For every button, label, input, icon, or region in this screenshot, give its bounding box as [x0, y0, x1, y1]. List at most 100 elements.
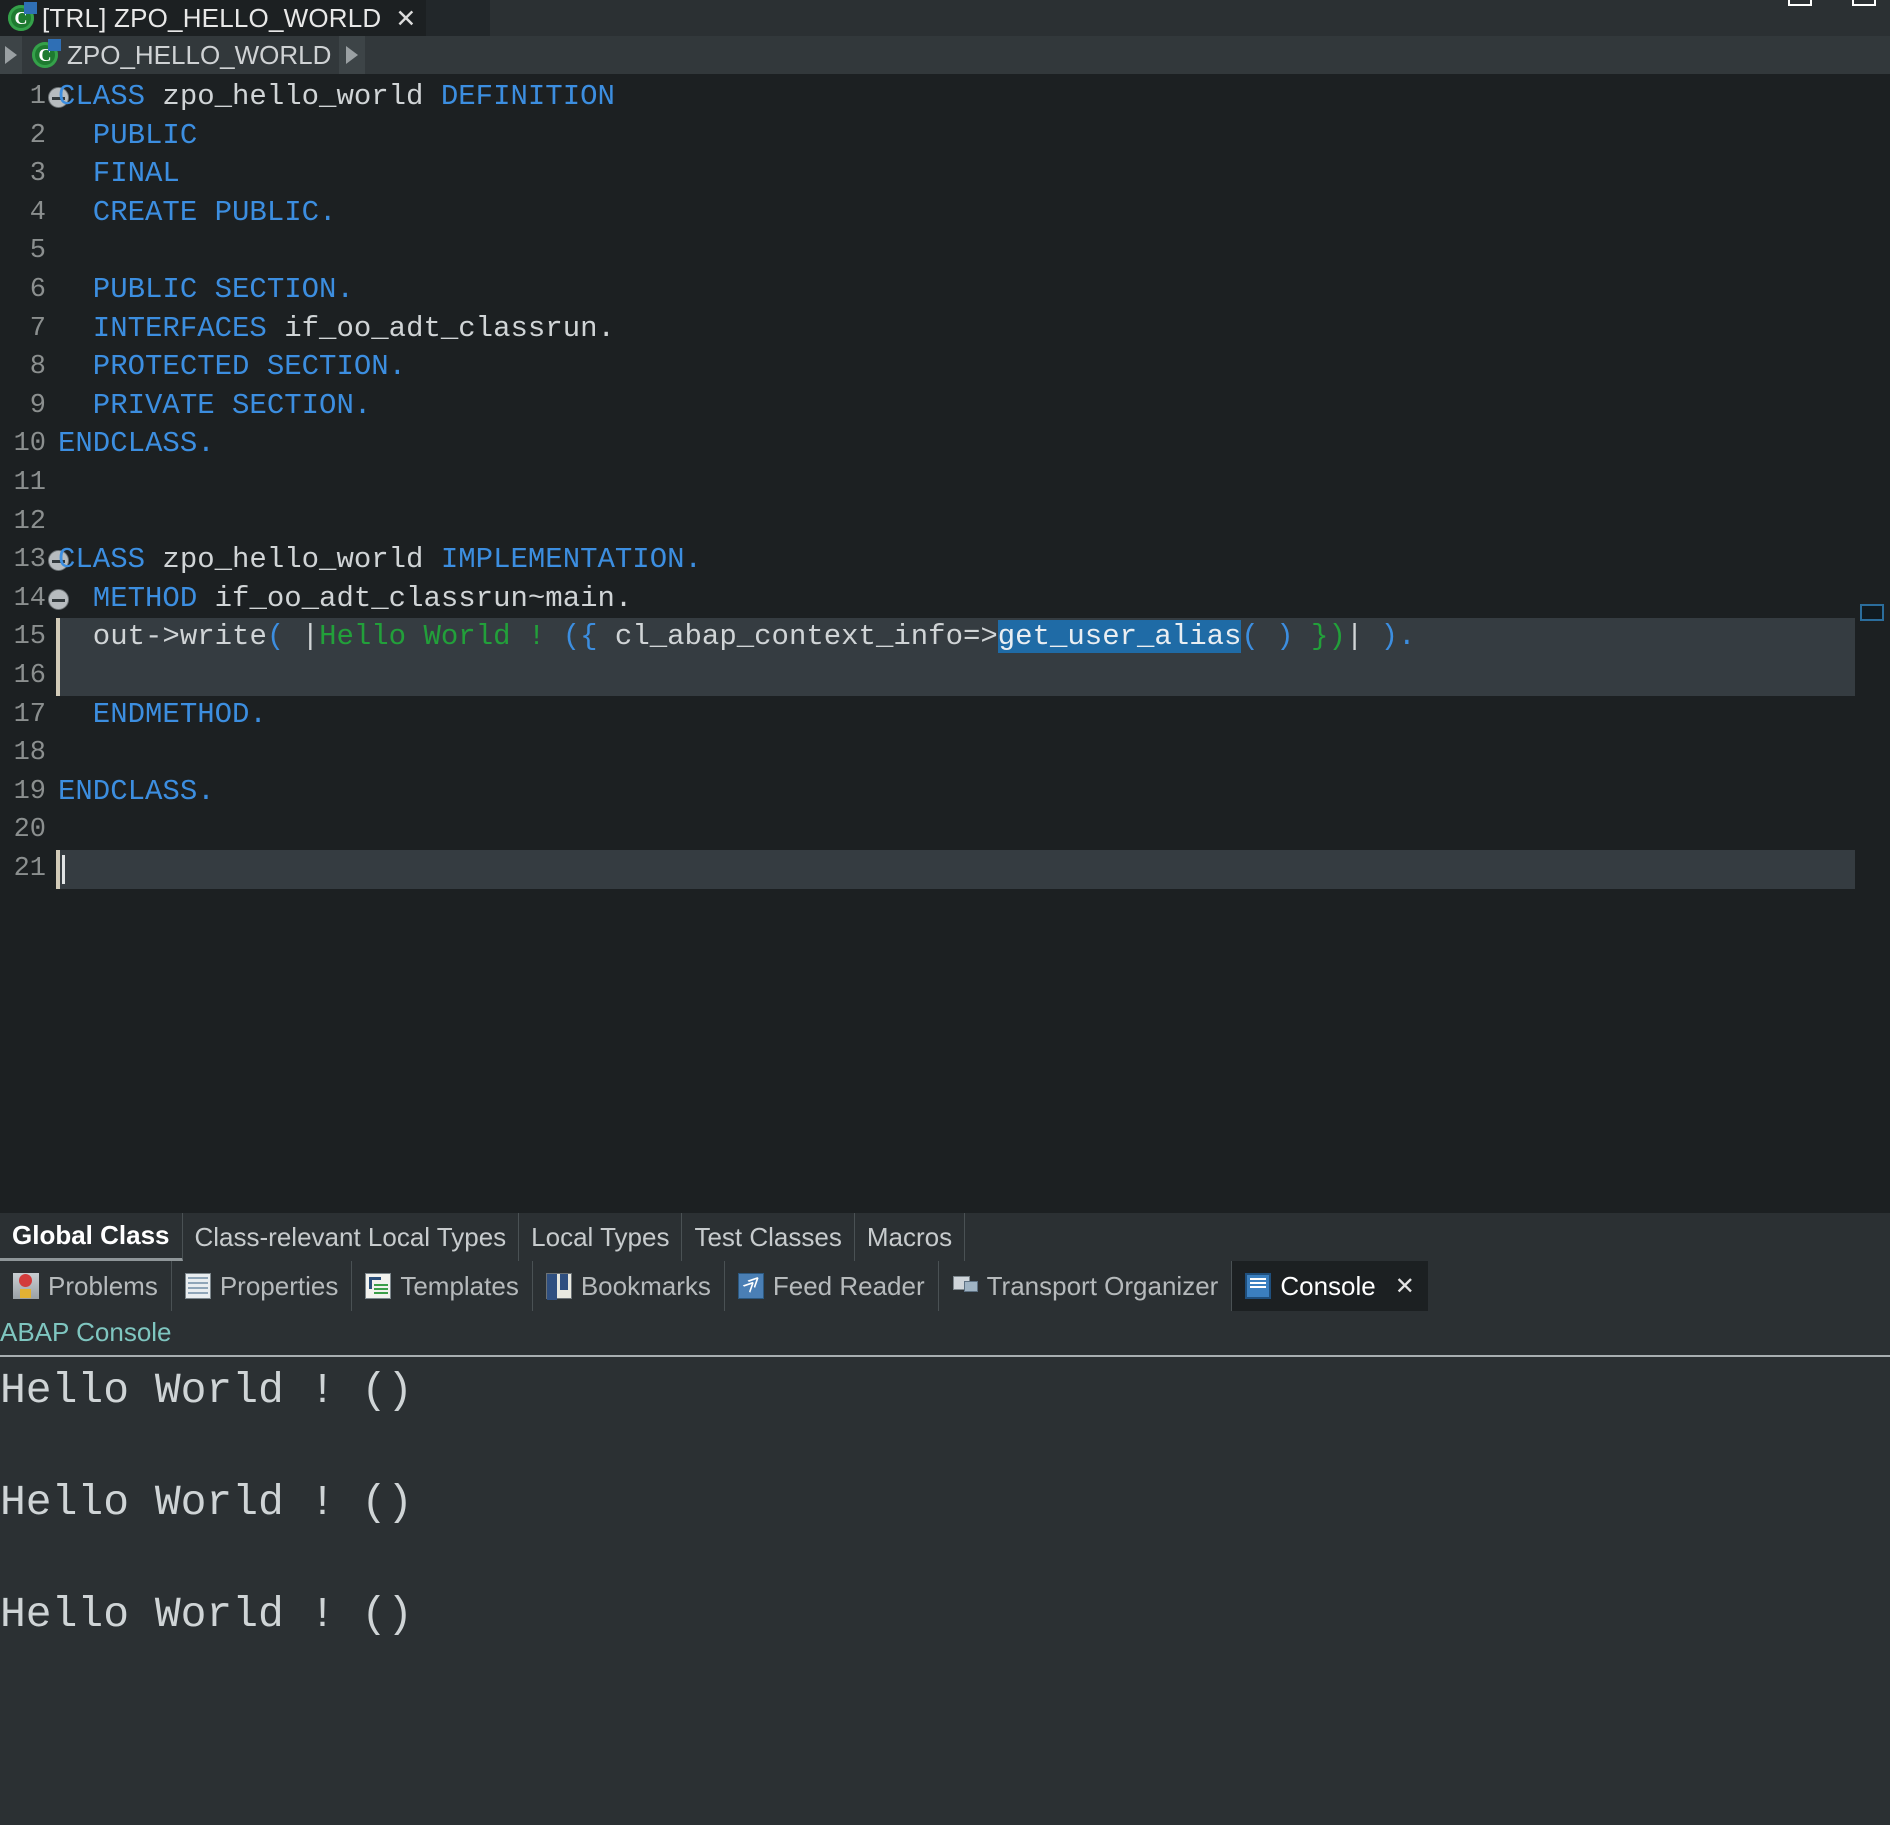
console-panel: ABAP Console Hello World ! () Hello Worl… [0, 1311, 1890, 1825]
code-token: DEFINITION [440, 80, 615, 113]
source-tab-test-classes[interactable]: Test Classes [682, 1213, 855, 1261]
code-token: ({ [562, 620, 598, 654]
source-tab-label: Global Class [12, 1220, 170, 1250]
line-number: 21 [13, 853, 46, 884]
code-token: }) [1311, 620, 1346, 654]
selected-token: get_user_alias [997, 620, 1242, 654]
line-number: 12 [13, 506, 46, 537]
view-tab-templates[interactable]: Templates [352, 1261, 533, 1311]
code-line[interactable]: 13 CLASS zpo_hello_world IMPLEMENTATION. [0, 541, 1890, 580]
code-text: PRIVATE SECTION. [58, 387, 371, 426]
code-token: PUBLIC [58, 118, 198, 152]
code-line[interactable]: 9 PRIVATE SECTION. [0, 387, 1890, 426]
breadcrumb-left-arrow-icon[interactable] [0, 36, 22, 74]
code-line[interactable]: 4 CREATE PUBLIC. [0, 194, 1890, 233]
code-line[interactable]: 11 [0, 464, 1890, 503]
code-text: METHOD if_oo_adt_classrun~main. [58, 580, 633, 619]
view-tab-feed-reader[interactable]: Feed Reader [725, 1261, 939, 1311]
code-line[interactable]: 15 out->write( |Hello World ! ({ cl_abap… [0, 618, 1890, 657]
code-line[interactable]: 16 [0, 657, 1890, 696]
code-line[interactable]: 21 [0, 850, 1890, 889]
editor-tab-bar: C [TRL] ZPO_HELLO_WORLD ✕ [0, 0, 1890, 36]
line-number: 1 [29, 82, 46, 112]
code-line[interactable]: 14 METHOD if_oo_adt_classrun~main. [0, 580, 1890, 619]
editor-tab-bar-filler [426, 0, 490, 36]
code-line[interactable]: 7 INTERFACES if_oo_adt_classrun. [0, 310, 1890, 349]
code-token: if_oo_adt_classrun~main. [214, 581, 633, 615]
code-token: ) [1363, 620, 1399, 654]
code-line[interactable]: 12 [0, 503, 1890, 542]
code-editor[interactable]: 1 CLASS zpo_hello_world DEFINITION 2 PUBLI… [0, 74, 1890, 1213]
code-text: CLASS zpo_hello_world DEFINITION [58, 78, 615, 117]
code-line[interactable]: 2 PUBLIC [0, 117, 1890, 156]
code-token: PRIVATE SECTION. [58, 388, 372, 422]
line-number: 14 [13, 583, 46, 614]
view-tab-bookmarks[interactable]: Bookmarks [533, 1261, 725, 1311]
view-tab-label: Properties [219, 1270, 339, 1301]
code-line[interactable]: 1 CLASS zpo_hello_world DEFINITION [0, 78, 1890, 117]
code-line[interactable]: 19 ENDCLASS. [0, 773, 1890, 812]
source-tab-macros[interactable]: Macros [855, 1213, 966, 1261]
editor-tab-title: [TRL] ZPO_HELLO_WORLD [42, 2, 382, 33]
view-tab-transport-organizer[interactable]: Transport Organizer [939, 1261, 1233, 1311]
code-line[interactable]: 8 PROTECTED SECTION. [0, 348, 1890, 387]
close-icon[interactable]: ✕ [1395, 1272, 1415, 1300]
view-tab-label: Bookmarks [580, 1270, 711, 1301]
code-token: CLASS [58, 543, 163, 577]
source-tab-label: Macros [866, 1221, 953, 1252]
line-number: 7 [29, 313, 46, 344]
code-token: zpo_hello_world [162, 543, 441, 577]
code-line[interactable]: 18 [0, 734, 1890, 773]
code-line[interactable]: 10 ENDCLASS. [0, 425, 1890, 464]
view-tab-problems[interactable]: Problems [0, 1261, 172, 1311]
source-tab-local-types[interactable]: Local Types [519, 1213, 683, 1261]
view-tab-label: Transport Organizer [986, 1270, 1219, 1301]
console-line: Hello World ! () [0, 1590, 413, 1639]
code-token: METHOD [58, 581, 215, 615]
line-number: 20 [13, 815, 46, 846]
console-line: Hello World ! () [0, 1478, 413, 1527]
close-icon[interactable]: ✕ [395, 6, 416, 31]
code-text: out->write( |Hello World ! ({ cl_abap_co… [58, 618, 1415, 657]
line-number: 4 [29, 197, 46, 228]
code-line[interactable]: 5 [0, 232, 1890, 271]
console-output[interactable]: Hello World ! () Hello World ! () Hello … [0, 1363, 1890, 1643]
transport-organizer-icon [952, 1273, 978, 1299]
view-tab-label: Feed Reader [772, 1270, 925, 1301]
window-controls [1770, 0, 1890, 20]
view-tab-properties[interactable]: Properties [172, 1261, 353, 1311]
code-line[interactable]: 6 PUBLIC SECTION. [0, 271, 1890, 310]
code-line[interactable]: 20 [0, 811, 1890, 850]
code-token: PUBLIC SECTION. [58, 272, 354, 306]
console-title: ABAP Console [0, 1317, 172, 1347]
line-number: 19 [13, 776, 46, 807]
code-text: ENDMETHOD. [58, 696, 267, 735]
code-line[interactable]: 17 ENDMETHOD. [0, 696, 1890, 735]
source-tab-class-relevant-local-types[interactable]: Class-relevant Local Types [183, 1213, 520, 1261]
source-tab-global-class[interactable]: Global Class [0, 1213, 183, 1261]
line-number: 6 [29, 274, 46, 305]
breadcrumb-item-class[interactable]: C ZPO_HELLO_WORLD [22, 36, 333, 74]
code-content[interactable]: 1 CLASS zpo_hello_world DEFINITION 2 PUBLI… [0, 78, 1890, 888]
code-token: CREATE PUBLIC. [58, 195, 337, 229]
console-icon [1245, 1273, 1272, 1299]
code-line[interactable]: 3 FINAL [0, 155, 1890, 194]
problems-icon [13, 1273, 39, 1299]
overview-ruler-marker[interactable] [1860, 604, 1884, 621]
abap-class-icon: C [8, 2, 37, 31]
view-tab-console[interactable]: Console ✕ [1232, 1261, 1428, 1311]
code-text: PUBLIC [58, 117, 197, 156]
code-text: CREATE PUBLIC. [58, 194, 337, 233]
maximize-button[interactable] [1852, 0, 1876, 6]
breadcrumb-right-arrow-icon[interactable] [339, 36, 366, 74]
code-text: ENDCLASS. [58, 425, 215, 464]
restore-button[interactable] [1788, 0, 1812, 6]
code-token: if_oo_adt_classrun. [284, 311, 615, 345]
code-token: out-> [58, 620, 180, 654]
code-token: cl_abap_context_info=> [597, 620, 998, 654]
line-number: 18 [13, 738, 46, 769]
code-text: PUBLIC SECTION. [58, 271, 354, 310]
editor-tab-zpo-hello-world[interactable]: C [TRL] ZPO_HELLO_WORLD ✕ [0, 0, 427, 36]
